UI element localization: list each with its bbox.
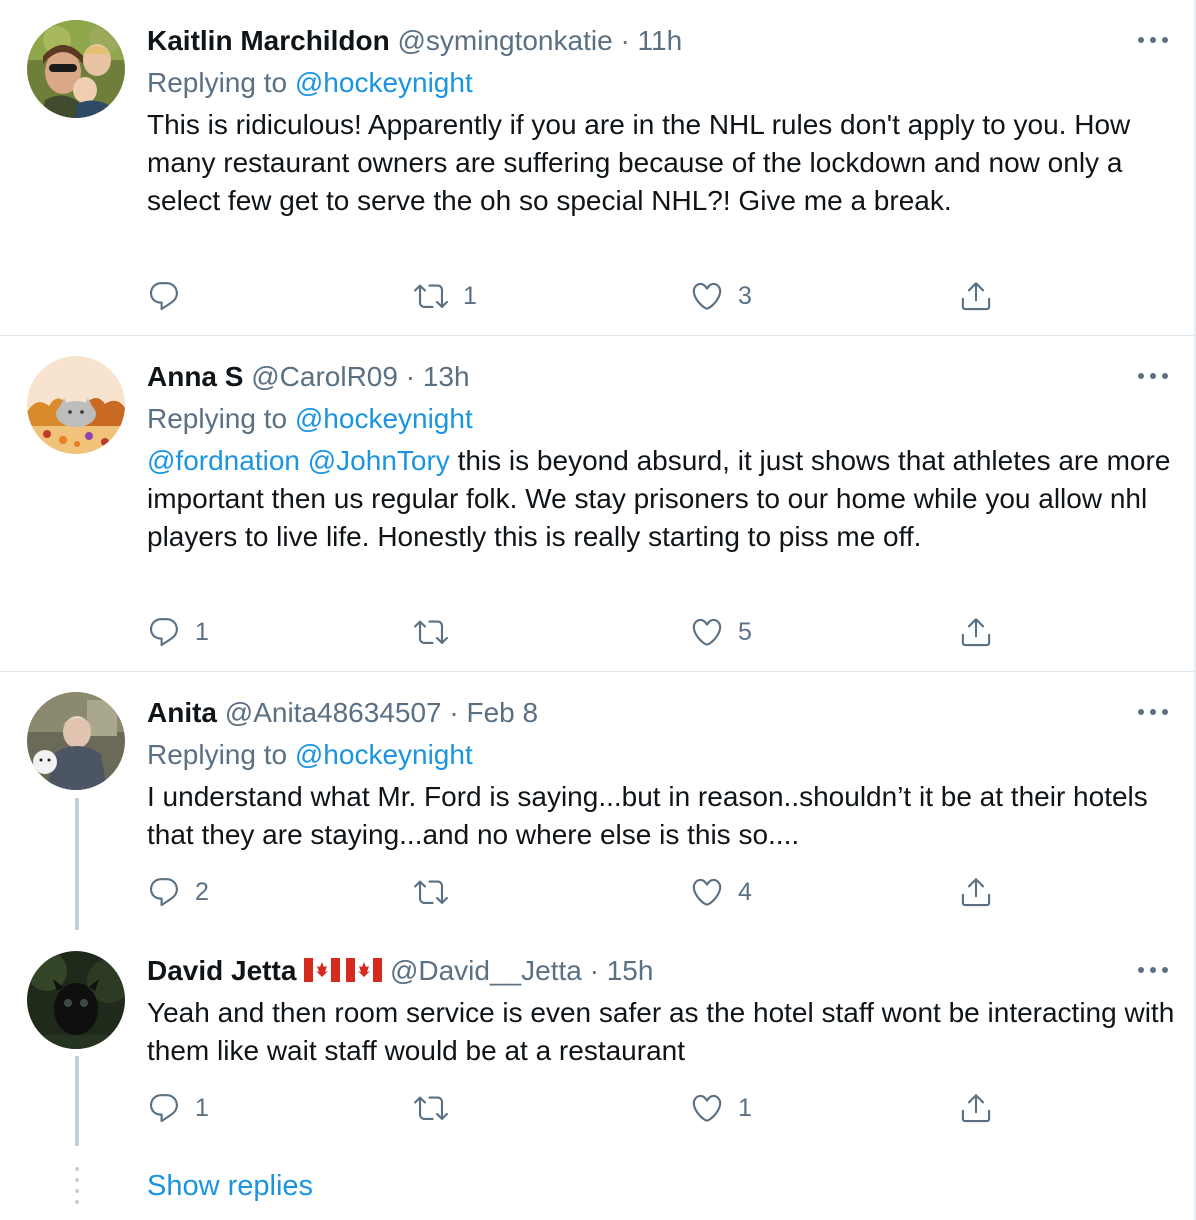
action-bar: 1 5: [147, 612, 1027, 652]
user-handle[interactable]: @Anita48634507: [225, 697, 442, 728]
more-icon[interactable]: [1136, 960, 1170, 980]
tweet-text: Yeah and then room service is even safer…: [147, 997, 1175, 1066]
replying-to: Replying to @hockeynight: [147, 738, 473, 772]
action-bar: 2 4: [147, 872, 1027, 912]
tweet-body: this is beyond absurd, it just shows tha…: [147, 445, 1171, 552]
replying-to-link[interactable]: @hockeynight: [295, 403, 473, 434]
replying-to-link[interactable]: @hockeynight: [295, 739, 473, 770]
reply-icon: [147, 1091, 181, 1125]
canada-flag-icon: [304, 957, 383, 991]
share-icon: [959, 1091, 993, 1125]
retweet-button[interactable]: [413, 872, 463, 912]
like-button[interactable]: 4: [690, 872, 752, 912]
replying-to: Replying to @hockeynight: [147, 402, 473, 436]
like-button[interactable]: 5: [690, 612, 752, 652]
replying-to-link[interactable]: @hockeynight: [295, 67, 473, 98]
user-handle[interactable]: @CarolR09: [251, 361, 398, 392]
like-button[interactable]: 1: [690, 1088, 752, 1128]
retweet-icon: [413, 1091, 449, 1125]
share-button[interactable]: [959, 872, 993, 912]
like-count: 5: [738, 617, 752, 646]
timestamp[interactable]: 13h: [423, 361, 470, 392]
display-name[interactable]: Kaitlin Marchildon: [147, 25, 390, 56]
retweet-count: 1: [463, 281, 477, 310]
mention-link[interactable]: @JohnTory: [308, 445, 450, 476]
retweet-button[interactable]: [413, 612, 463, 652]
thread-line: [75, 1056, 79, 1146]
share-button[interactable]: [959, 1088, 993, 1128]
separator: [0, 671, 1194, 672]
like-count: 4: [738, 877, 752, 906]
more-icon[interactable]: [1136, 702, 1170, 722]
reply-button[interactable]: [147, 276, 195, 316]
retweet-icon: [413, 279, 449, 313]
like-icon: [690, 279, 724, 313]
replying-to: Replying to @hockeynight: [147, 66, 473, 100]
separator-dot: ·: [620, 25, 630, 56]
separator-dot: ·: [589, 955, 599, 986]
share-button[interactable]: [959, 612, 993, 652]
avatar[interactable]: [27, 20, 125, 118]
display-name[interactable]: Anna S: [147, 361, 243, 392]
separator-dot: ·: [449, 697, 459, 728]
like-icon: [690, 615, 724, 649]
reply-icon: [147, 875, 181, 909]
tweet-text: This is ridiculous! Apparently if you ar…: [147, 109, 1131, 216]
retweet-icon: [413, 875, 449, 909]
display-name[interactable]: Anita: [147, 697, 217, 728]
retweet-button[interactable]: [413, 1088, 463, 1128]
more-icon[interactable]: [1136, 30, 1170, 50]
reply-count: 2: [195, 877, 209, 906]
more-icon[interactable]: [1136, 366, 1170, 386]
like-icon: [690, 875, 724, 909]
retweet-button[interactable]: 1: [413, 276, 477, 316]
share-icon: [959, 875, 993, 909]
display-name[interactable]: David Jetta: [147, 955, 296, 986]
thread-line: [75, 798, 79, 930]
like-button[interactable]: 3: [690, 276, 752, 316]
thread-dots: [75, 1166, 79, 1206]
tweet-header: Kaitlin Marchildon @symingtonkatie · 11h: [147, 24, 682, 58]
avatar[interactable]: [27, 692, 125, 790]
avatar[interactable]: [27, 356, 125, 454]
reply-button[interactable]: 1: [147, 612, 209, 652]
like-count: 3: [738, 281, 752, 310]
like-count: 1: [738, 1093, 752, 1122]
action-bar: 1 1: [147, 1088, 1027, 1128]
mention-link[interactable]: @fordnation: [147, 445, 300, 476]
tweet-header: Anita @Anita48634507 · Feb 8: [147, 696, 538, 730]
timestamp[interactable]: 15h: [607, 955, 654, 986]
separator-dot: ·: [405, 361, 416, 392]
tweet-text: I understand what Mr. Ford is saying...b…: [147, 781, 1148, 850]
replying-prefix: Replying to: [147, 403, 288, 434]
replying-prefix: Replying to: [147, 67, 288, 98]
timestamp[interactable]: Feb 8: [467, 697, 539, 728]
reply-button[interactable]: 1: [147, 1088, 209, 1128]
timestamp[interactable]: 11h: [638, 25, 683, 56]
separator: [0, 335, 1194, 336]
show-replies-link[interactable]: Show replies: [147, 1168, 313, 1204]
avatar[interactable]: [27, 951, 125, 1049]
reply-count: 1: [195, 617, 209, 646]
user-handle[interactable]: @symingtonkatie: [397, 25, 612, 56]
replying-prefix: Replying to: [147, 739, 288, 770]
share-icon: [959, 279, 993, 313]
like-icon: [690, 1091, 724, 1125]
share-icon: [959, 615, 993, 649]
user-handle[interactable]: @David__Jetta: [390, 955, 582, 986]
tweet-header: Anna S @CarolR09 · 13h: [147, 360, 470, 394]
tweet-text: @fordnation @JohnTory this is beyond abs…: [147, 442, 1177, 556]
retweet-icon: [413, 615, 449, 649]
reply-count: 1: [195, 1093, 209, 1122]
tweet-header: David Jetta @David__Jetta · 15h: [147, 954, 653, 991]
action-bar: 1 3: [147, 276, 1027, 316]
reply-icon: [147, 279, 181, 313]
reply-button[interactable]: 2: [147, 872, 209, 912]
reply-icon: [147, 615, 181, 649]
share-button[interactable]: [959, 276, 993, 316]
